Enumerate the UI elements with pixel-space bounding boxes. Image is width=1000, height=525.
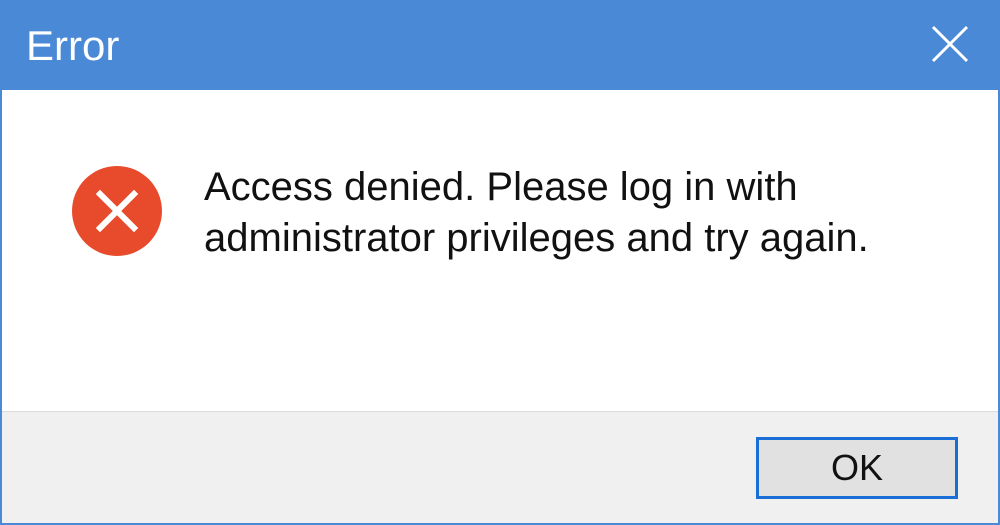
dialog-content: Access denied. Please log in with admini… [2,90,998,411]
error-dialog: Error Access denied. Please log in with … [0,0,1000,525]
dialog-message: Access denied. Please log in with admini… [204,160,948,264]
error-icon [72,166,162,256]
close-button[interactable] [902,2,998,90]
dialog-footer: OK [2,411,998,523]
dialog-title: Error [26,22,119,70]
close-icon [929,23,971,70]
ok-button[interactable]: OK [756,437,958,499]
titlebar: Error [2,2,998,90]
